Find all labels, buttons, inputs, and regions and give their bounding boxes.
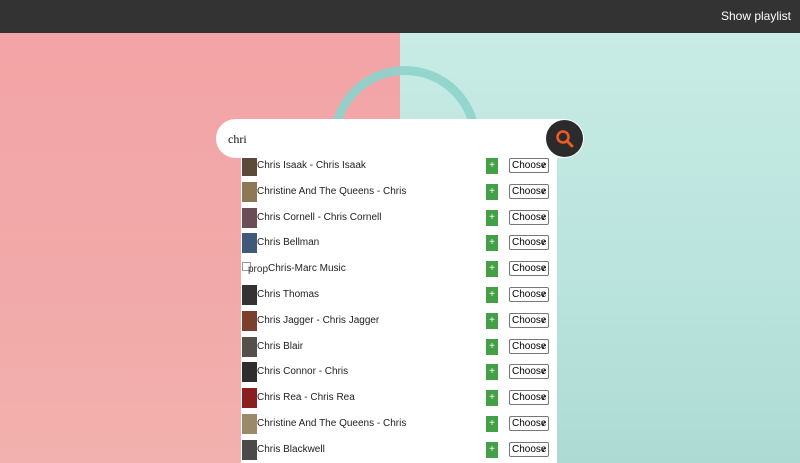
add-to-playlist-button[interactable]: +: [486, 415, 498, 432]
result-row: prop Chris-Marc Music + Choose ∨: [241, 256, 557, 282]
artist-thumbnail: [242, 362, 257, 383]
image-alt-text: prop: [248, 264, 269, 276]
add-to-playlist-button[interactable]: +: [486, 183, 498, 200]
add-to-playlist-button[interactable]: +: [486, 209, 498, 226]
artist-thumbnail: prop: [242, 262, 268, 276]
artist-thumbnail: [242, 233, 257, 254]
search-input[interactable]: [228, 129, 548, 149]
chevron-down-icon: ∨: [540, 418, 546, 428]
result-row: Chris Blair + Choose ∨: [241, 334, 557, 360]
artist-thumbnail: [242, 336, 257, 357]
search-results-list: Chris Isaak - Chris Isaak + Choose ∨ Christi…: [241, 153, 557, 463]
search-box: [216, 119, 584, 158]
chevron-down-icon: ∨: [540, 393, 546, 403]
playlist-choose-select[interactable]: Choose ∨: [509, 338, 549, 354]
playlist-choose-select[interactable]: Choose ∨: [509, 235, 549, 251]
chevron-down-icon: ∨: [540, 186, 546, 196]
chevron-down-icon: ∨: [540, 341, 546, 351]
add-to-playlist-button[interactable]: +: [486, 261, 498, 278]
result-row: Chris Connor - Chris + Choose ∨: [241, 359, 557, 385]
playlist-choose-select[interactable]: Choose ∨: [509, 261, 549, 277]
add-to-playlist-button[interactable]: +: [486, 312, 498, 329]
artist-thumbnail: [242, 388, 257, 409]
result-label[interactable]: Chris Thomas: [257, 289, 319, 300]
playlist-choose-select[interactable]: Choose ∨: [509, 415, 549, 431]
playlist-choose-select[interactable]: Choose ∨: [509, 390, 549, 406]
show-playlist-link[interactable]: Show playlist: [721, 9, 791, 23]
artist-thumbnail: [242, 284, 257, 305]
add-to-playlist-button[interactable]: +: [486, 286, 498, 303]
add-to-playlist-button[interactable]: +: [486, 441, 498, 458]
chevron-down-icon: ∨: [540, 212, 546, 222]
chevron-down-icon: ∨: [540, 367, 546, 377]
top-bar: Show playlist: [0, 0, 800, 33]
artist-thumbnail: [242, 156, 257, 176]
add-to-playlist-button[interactable]: +: [486, 158, 498, 174]
playlist-choose-select[interactable]: Choose ∨: [509, 158, 549, 173]
result-label[interactable]: Christine And The Queens - Chris: [257, 186, 406, 197]
chevron-down-icon: ∨: [540, 238, 546, 248]
add-to-playlist-button[interactable]: +: [486, 390, 498, 407]
result-label[interactable]: Chris Isaak - Chris Isaak: [257, 160, 366, 171]
chevron-down-icon: ∨: [540, 315, 546, 325]
result-label[interactable]: Chris Connor - Chris: [257, 366, 348, 377]
artist-thumbnail: [242, 310, 257, 331]
result-row: Chris Thomas + Choose ∨: [241, 282, 557, 308]
search-icon: [556, 130, 574, 148]
add-to-playlist-button[interactable]: +: [486, 338, 498, 355]
result-row: Chris Jagger - Chris Jagger + Choose ∨: [241, 308, 557, 334]
result-label[interactable]: Chris Rea - Chris Rea: [257, 392, 355, 403]
playlist-choose-select[interactable]: Choose ∨: [509, 183, 549, 199]
chevron-down-icon: ∨: [540, 264, 546, 274]
result-row: Chris Rea - Chris Rea + Choose ∨: [241, 385, 557, 411]
playlist-choose-select[interactable]: Choose ∨: [509, 441, 549, 457]
add-to-playlist-button[interactable]: +: [486, 364, 498, 381]
result-row: Christine And The Queens - Chris + Choose ∨: [241, 179, 557, 205]
artist-thumbnail: [242, 181, 257, 202]
result-label[interactable]: Chris Bellman: [257, 237, 319, 248]
result-label[interactable]: Christine And The Queens - Chris: [257, 418, 406, 429]
search-button[interactable]: [546, 120, 583, 157]
artist-thumbnail: [242, 207, 257, 228]
result-row: Chris Bellman + Choose ∨: [241, 230, 557, 256]
result-label[interactable]: Chris Blair: [257, 341, 303, 352]
playlist-choose-select[interactable]: Choose ∨: [509, 312, 549, 328]
result-label[interactable]: Chris Blackwell: [257, 444, 325, 455]
result-row: Chris Cornell - Chris Cornell + Choose ∨: [241, 205, 557, 231]
playlist-choose-select[interactable]: Choose ∨: [509, 209, 549, 225]
chevron-down-icon: ∨: [540, 444, 546, 454]
add-to-playlist-button[interactable]: +: [486, 235, 498, 252]
result-label[interactable]: Chris-Marc Music: [268, 263, 346, 274]
playlist-choose-select[interactable]: Choose ∨: [509, 364, 549, 380]
artist-thumbnail: [242, 439, 257, 460]
result-label[interactable]: Chris Jagger - Chris Jagger: [257, 315, 379, 326]
playlist-choose-select[interactable]: Choose ∨: [509, 286, 549, 302]
chevron-down-icon: ∨: [540, 161, 546, 170]
chevron-down-icon: ∨: [540, 289, 546, 299]
artist-thumbnail: [242, 413, 257, 434]
result-row: Chris Blackwell + Choose ∨: [241, 437, 557, 463]
result-label[interactable]: Chris Cornell - Chris Cornell: [257, 212, 381, 223]
result-row: Christine And The Queens - Chris + Choose ∨: [241, 411, 557, 437]
